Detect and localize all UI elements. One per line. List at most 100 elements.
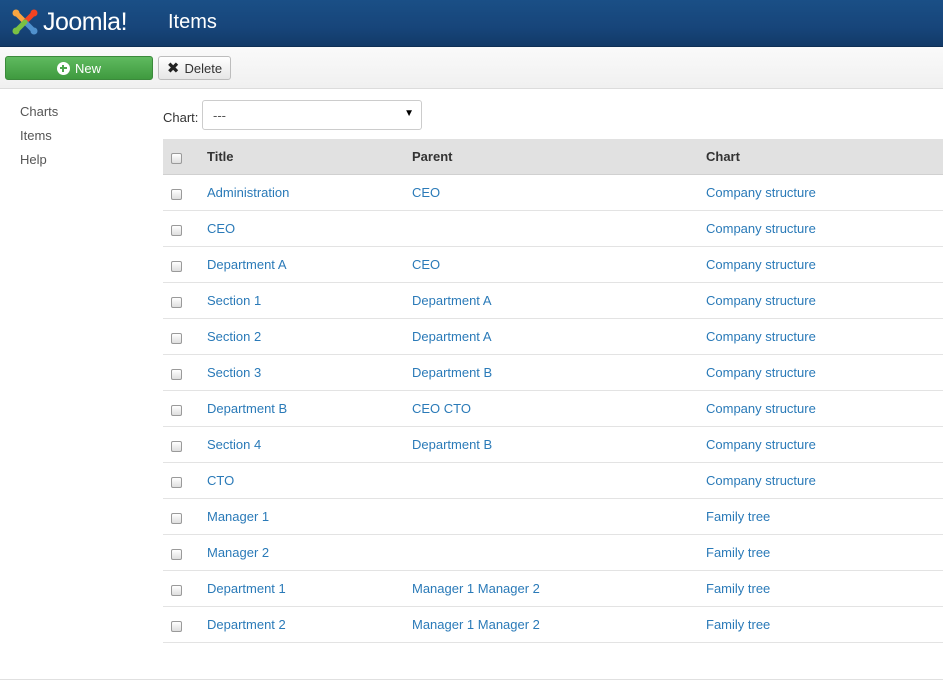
row-checkbox[interactable]: [171, 477, 182, 488]
row-chart-link[interactable]: Company structure: [706, 257, 816, 272]
caret-down-icon: ▼: [404, 108, 414, 119]
chart-filter-select[interactable]: --- ▼: [202, 100, 422, 130]
sidebar-item-items[interactable]: Items: [20, 127, 58, 151]
row-chart-cell: Company structure: [706, 257, 816, 272]
column-header-title[interactable]: Title: [207, 149, 234, 164]
row-title-cell: Department 1: [207, 581, 286, 596]
row-title-link[interactable]: Department B: [207, 401, 287, 416]
table-row: Department A CEO Company structure: [163, 247, 943, 283]
row-title-link[interactable]: Department 2: [207, 617, 286, 632]
row-parent-link[interactable]: Department A: [412, 293, 492, 308]
row-parent-link[interactable]: Department B: [412, 365, 492, 380]
row-chart-link[interactable]: Company structure: [706, 329, 816, 344]
joomla-logo[interactable]: Joomla!: [9, 6, 155, 38]
sidebar-item-help[interactable]: Help: [20, 151, 58, 175]
row-parent-cell: Department B: [412, 365, 492, 380]
row-parent-cell: CEO CTO: [412, 401, 471, 416]
row-parent-link[interactable]: Manager 1 Manager 2: [412, 617, 540, 632]
row-parent-link[interactable]: CEO: [412, 185, 440, 200]
row-chart-link[interactable]: Company structure: [706, 473, 816, 488]
row-title-cell: Administration: [207, 185, 289, 200]
row-title-link[interactable]: Section 1: [207, 293, 261, 308]
joomla-logo-text: Joomla!: [43, 7, 128, 36]
row-checkbox[interactable]: [171, 513, 182, 524]
sidebar-item-charts[interactable]: Charts: [20, 103, 58, 127]
delete-button-label: Delete: [184, 60, 223, 76]
row-parent-link[interactable]: CEO: [412, 257, 440, 272]
row-title-cell: Manager 2: [207, 545, 269, 560]
row-chart-link[interactable]: Company structure: [706, 221, 816, 236]
select-all-checkbox[interactable]: [171, 153, 182, 164]
row-checkbox[interactable]: [171, 225, 182, 236]
table-row: Department B CEO CTO Company structure: [163, 391, 943, 427]
table-header: Title Parent Chart: [163, 139, 943, 175]
chart-filter-label: Chart:: [163, 110, 199, 125]
items-table: Title Parent Chart Administration CEO Comp…: [163, 139, 943, 643]
row-chart-link[interactable]: Family tree: [706, 509, 770, 524]
row-chart-link[interactable]: Company structure: [706, 365, 816, 380]
row-parent-cell: Department A: [412, 293, 492, 308]
row-title-link[interactable]: CTO: [207, 473, 234, 488]
row-title-link[interactable]: Administration: [207, 185, 289, 200]
footer-divider: [0, 679, 943, 680]
new-button-label: New: [74, 60, 101, 76]
row-checkbox[interactable]: [171, 621, 182, 632]
joomla-logo-icon: [12, 9, 38, 35]
row-chart-link[interactable]: Family tree: [706, 581, 770, 596]
table-row: Manager 2 Family tree: [163, 535, 943, 571]
row-title-link[interactable]: Manager 1: [207, 509, 269, 524]
row-chart-link[interactable]: Company structure: [706, 185, 816, 200]
row-title-link[interactable]: Section 2: [207, 329, 261, 344]
page-title: Items: [168, 11, 217, 33]
table-row: Section 2 Department A Company structure: [163, 319, 943, 355]
row-title-cell: Section 2: [207, 329, 261, 344]
row-chart-link[interactable]: Company structure: [706, 437, 816, 452]
row-parent-link[interactable]: Department A: [412, 329, 492, 344]
row-checkbox[interactable]: [171, 405, 182, 416]
row-chart-cell: Family tree: [706, 509, 770, 524]
new-button[interactable]: New: [5, 56, 153, 80]
row-title-link[interactable]: Manager 2: [207, 545, 269, 560]
row-parent-link[interactable]: Manager 1 Manager 2: [412, 581, 540, 596]
row-title-cell: Department 2: [207, 617, 286, 632]
row-title-link[interactable]: Section 3: [207, 365, 261, 380]
column-header-chart[interactable]: Chart: [706, 149, 740, 164]
row-checkbox[interactable]: [171, 441, 182, 452]
row-title-link[interactable]: Section 4: [207, 437, 261, 452]
row-parent-link[interactable]: CEO CTO: [412, 401, 471, 416]
row-title-cell: CEO: [207, 221, 235, 236]
row-title-link[interactable]: Department 1: [207, 581, 286, 596]
sidebar: Charts Items Help: [20, 103, 58, 175]
row-chart-link[interactable]: Family tree: [706, 617, 770, 632]
row-checkbox[interactable]: [171, 549, 182, 560]
row-checkbox[interactable]: [171, 369, 182, 380]
table-row: Administration CEO Company structure: [163, 175, 943, 211]
row-checkbox[interactable]: [171, 333, 182, 344]
column-header-parent[interactable]: Parent: [412, 149, 452, 164]
table-row: Section 3 Department B Company structure: [163, 355, 943, 391]
row-chart-link[interactable]: Company structure: [706, 401, 816, 416]
delete-button[interactable]: ✖ Delete: [158, 56, 231, 80]
row-checkbox[interactable]: [171, 261, 182, 272]
row-chart-link[interactable]: Company structure: [706, 293, 816, 308]
row-parent-link[interactable]: Department B: [412, 437, 492, 452]
row-parent-cell: CEO: [412, 185, 440, 200]
table-row: CTO Company structure: [163, 463, 943, 499]
row-title-cell: Manager 1: [207, 509, 269, 524]
row-chart-cell: Company structure: [706, 329, 816, 344]
row-chart-link[interactable]: Family tree: [706, 545, 770, 560]
row-chart-cell: Company structure: [706, 221, 816, 236]
x-icon: ✖: [166, 59, 180, 77]
table-row: Manager 1 Family tree: [163, 499, 943, 535]
row-checkbox[interactable]: [171, 189, 182, 200]
row-title-cell: Section 1: [207, 293, 261, 308]
row-checkbox[interactable]: [171, 297, 182, 308]
row-chart-cell: Company structure: [706, 473, 816, 488]
row-chart-cell: Company structure: [706, 401, 816, 416]
row-title-link[interactable]: CEO: [207, 221, 235, 236]
row-title-link[interactable]: Department A: [207, 257, 287, 272]
row-parent-cell: Department B: [412, 437, 492, 452]
row-chart-cell: Company structure: [706, 185, 816, 200]
row-checkbox[interactable]: [171, 585, 182, 596]
row-parent-cell: Manager 1 Manager 2: [412, 617, 540, 632]
